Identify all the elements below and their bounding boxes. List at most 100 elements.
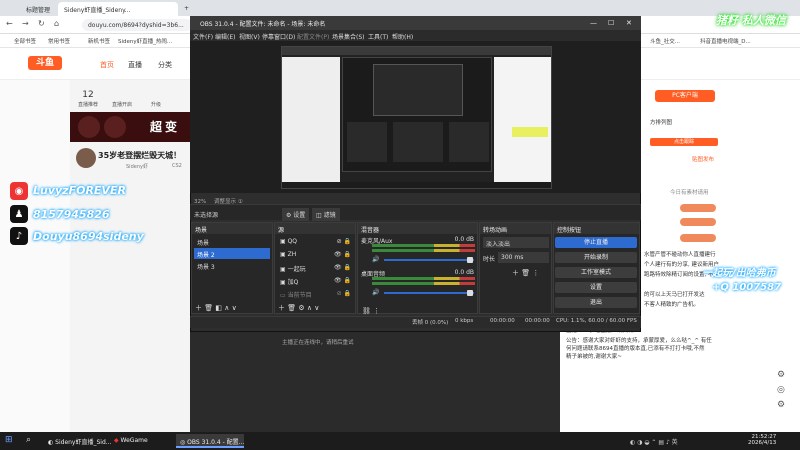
- taskbar-browser[interactable]: ◐ Sideny虾直播_Sid...: [44, 434, 112, 448]
- menu-docks[interactable]: 停靠窗口(D): [262, 32, 295, 41]
- studio-mode-button[interactable]: 工作室模式: [555, 267, 637, 278]
- chat-message: 何问题请联系8694直播的版本直,已添有不打打卡哦,不然: [566, 346, 705, 352]
- duration-input[interactable]: 300 ms: [498, 252, 549, 263]
- mixer-track-db: 0.0 dB: [454, 269, 474, 276]
- menu-scene-collection[interactable]: 场景集合(S): [332, 32, 365, 41]
- filter-icon[interactable]: ◧: [215, 304, 222, 312]
- home-icon[interactable]: ⌂: [54, 19, 59, 28]
- settings-icon[interactable]: ⚙: [777, 370, 785, 380]
- overlay-join-text: 一起玩/出哈弗币: [702, 268, 776, 279]
- start-recording-button[interactable]: 开始录制: [555, 252, 637, 263]
- maximize-icon[interactable]: ☐: [608, 19, 614, 27]
- menu-view[interactable]: 视图(V): [239, 32, 260, 41]
- douyu-logo[interactable]: 斗鱼: [28, 56, 62, 70]
- desktop-volume-slider[interactable]: [384, 292, 474, 294]
- obs-preview-canvas[interactable]: [281, 46, 552, 189]
- new-tab-icon[interactable]: +: [178, 2, 192, 16]
- minimize-icon[interactable]: —: [590, 19, 597, 27]
- transitions-panel-title: 转场动画: [480, 223, 551, 234]
- close-icon[interactable]: ✕: [626, 19, 632, 27]
- menu-file[interactable]: 文件(F): [193, 32, 213, 41]
- follow-button[interactable]: 点击跟踪: [650, 138, 718, 146]
- bookmark-item[interactable]: 全部书签: [14, 37, 36, 45]
- source-item[interactable]: ▣ 一起玩 👁 🔒: [277, 262, 353, 273]
- tray-icons[interactable]: ◐ ◑ ◒ ⌃ ▤ ♪ 英: [630, 437, 678, 446]
- source-item[interactable]: ▣ ZH 👁 🔒: [277, 249, 353, 260]
- menu-tools[interactable]: 工具(T): [368, 32, 388, 41]
- scene-item[interactable]: 场景 3: [194, 260, 270, 271]
- browser-tab-active[interactable]: Sideny虾直播_Sideny...: [58, 2, 178, 16]
- scene-item-selected[interactable]: 场景 2: [194, 248, 270, 259]
- scene-item[interactable]: 场景: [194, 236, 270, 247]
- stat-label: 直播推荐: [77, 102, 98, 108]
- menu-dots-icon[interactable]: ⋮: [373, 307, 380, 315]
- menu-dots-icon[interactable]: ⋮: [532, 269, 539, 277]
- menu-help[interactable]: 帮助(H): [392, 32, 413, 41]
- source-filters-button[interactable]: ◫ 滤镜: [312, 208, 340, 221]
- trash-icon[interactable]: 🗑: [204, 304, 213, 312]
- room-category: CS2: [172, 163, 182, 169]
- chevron-up-icon[interactable]: ∧: [224, 304, 229, 312]
- visibility-lock-icons[interactable]: 👁 🔒: [334, 264, 351, 271]
- forward-icon[interactable]: →: [22, 19, 29, 28]
- streamer-name[interactable]: Sideny虾: [126, 163, 148, 170]
- chat-message: 公告：感谢大家对虾虾的支持，承蒙厚爱，么么哒^_^ 有任: [566, 338, 712, 344]
- settings-button[interactable]: 设置: [555, 282, 637, 293]
- bookmark-item[interactable]: Sideny虾直播_热闹...: [118, 37, 172, 45]
- sources-panel-title: 源: [275, 223, 355, 234]
- url-input[interactable]: douyu.com/8694?dyshid=3b6...: [82, 19, 192, 31]
- link-icon[interactable]: ⛓: [362, 307, 371, 315]
- bookmark-item[interactable]: 斗鱼_社交...: [650, 37, 680, 45]
- exit-button[interactable]: 退出: [555, 297, 637, 308]
- chevron-down-icon[interactable]: ∨: [314, 304, 319, 312]
- add-icon[interactable]: ＋: [278, 304, 285, 312]
- transition-select[interactable]: 淡入淡出: [483, 237, 549, 248]
- stop-streaming-button[interactable]: 停止直播: [555, 237, 637, 248]
- source-properties-button[interactable]: ⚙ 设置: [282, 208, 310, 221]
- menu-edit[interactable]: 编辑(E): [215, 32, 235, 41]
- trash-icon[interactable]: 🗑: [521, 269, 530, 277]
- trash-icon[interactable]: 🗑: [287, 304, 296, 312]
- speaker-icon[interactable]: 🔊: [372, 256, 379, 263]
- clock-date: 2026/4/13: [748, 440, 777, 446]
- visibility-lock-icons[interactable]: ⊘ 🔒: [337, 238, 351, 245]
- desktop-volume-handle[interactable]: [467, 290, 473, 296]
- target-icon[interactable]: ◎: [777, 385, 785, 395]
- overlay-wechat-banner: 猪籽 私人微信: [716, 14, 786, 27]
- taskbar-clock[interactable]: 21:52:27 2026/4/13: [748, 434, 776, 446]
- visibility-lock-icons[interactable]: 👁 🔒: [334, 277, 351, 284]
- source-item[interactable]: ▣ QQ ⊘ 🔒: [277, 236, 353, 247]
- mic-volume-slider[interactable]: [384, 259, 474, 261]
- bookmark-item[interactable]: 抖音直播电视端_D...: [700, 37, 751, 45]
- source-item[interactable]: ▭ 当前节目 ⊘ 🔒: [277, 288, 353, 299]
- chat-tab[interactable]: 方排列图: [650, 118, 672, 126]
- nav-live[interactable]: 直播: [128, 60, 142, 70]
- search-icon[interactable]: ⌕: [26, 435, 31, 445]
- add-icon[interactable]: ＋: [195, 304, 202, 312]
- gear-icon[interactable]: ⚙: [777, 400, 785, 410]
- mic-volume-handle[interactable]: [467, 257, 473, 263]
- add-icon[interactable]: ＋: [512, 269, 519, 277]
- visibility-lock-icons[interactable]: ⊘ 🔒: [337, 290, 351, 297]
- taskbar-obs[interactable]: ◎ OBS 31.0.4 - 配置...: [176, 434, 244, 448]
- nav-home[interactable]: 首页: [100, 60, 114, 70]
- source-item[interactable]: ▣ 加Q 👁 🔒: [277, 275, 353, 286]
- bookmark-item[interactable]: 常用书签: [48, 37, 70, 45]
- streamer-avatar[interactable]: [76, 148, 96, 168]
- badge-pill: [680, 234, 716, 242]
- overlay-social-handle: 8157945826: [33, 208, 110, 221]
- chevron-down-icon[interactable]: ∨: [232, 304, 237, 312]
- back-icon[interactable]: ←: [6, 19, 13, 28]
- chat-link[interactable]: 贴图发布: [692, 155, 714, 163]
- visibility-lock-icons[interactable]: 👁 🔒: [334, 251, 351, 258]
- speaker-icon[interactable]: 🔊: [372, 289, 379, 296]
- taskbar-wegame[interactable]: ◆ WeGame: [110, 434, 172, 448]
- menu-profile[interactable]: 配置文件(P): [297, 32, 329, 41]
- nav-category[interactable]: 分类: [158, 60, 172, 70]
- reload-icon[interactable]: ↻: [38, 19, 45, 28]
- bookmark-item[interactable]: 新机书签: [88, 37, 110, 45]
- windows-start-icon[interactable]: ⊞: [5, 435, 13, 445]
- gear-icon[interactable]: ⚙: [298, 304, 304, 312]
- pc-client-button[interactable]: PC客户端: [655, 90, 715, 102]
- chevron-up-icon[interactable]: ∧: [307, 304, 312, 312]
